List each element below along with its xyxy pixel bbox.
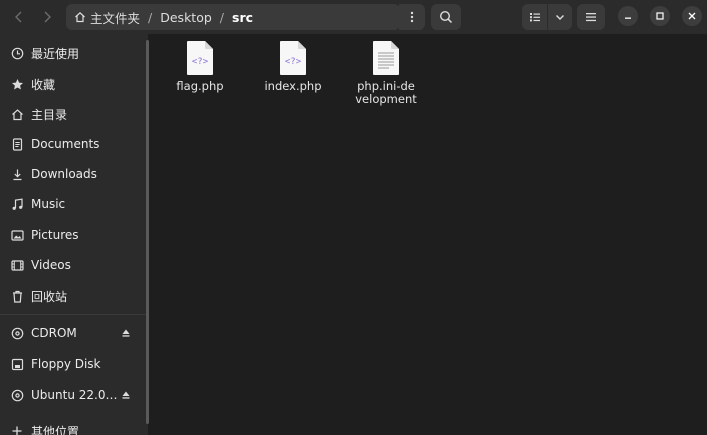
sidebar-item-label: CDROM: [31, 326, 77, 340]
eject-icon[interactable]: [120, 327, 132, 339]
sidebar-item-starred[interactable]: 收藏: [0, 70, 148, 98]
clock-icon: [10, 46, 24, 60]
close-button[interactable]: [682, 6, 702, 26]
breadcrumb-label: src: [232, 9, 254, 25]
sidebar-item-recent[interactable]: 最近使用: [0, 39, 148, 67]
sidebar-item-label: 最近使用: [31, 46, 80, 61]
list-view-button[interactable]: [522, 4, 547, 30]
file-name: flag.php: [176, 79, 224, 93]
sidebar-item-downloads[interactable]: Downloads: [0, 160, 148, 188]
file-item[interactable]: php.ini-development: [341, 40, 431, 106]
plus-icon: [10, 424, 24, 435]
trash-icon: [10, 289, 24, 303]
file-badge: <?>: [285, 57, 302, 67]
home-icon: [10, 107, 24, 121]
search-icon: [439, 10, 453, 24]
path-menu-button[interactable]: [399, 4, 425, 30]
document-icon: [10, 137, 24, 151]
close-icon: [688, 12, 696, 20]
file-grid: <?> flag.php <?> index.php php.ini-devel…: [149, 34, 707, 435]
breadcrumb-label: Desktop: [160, 9, 212, 25]
file-item[interactable]: <?> flag.php: [155, 40, 245, 93]
drive-icon: [10, 357, 24, 371]
php-file-icon: <?>: [280, 41, 306, 75]
breadcrumb-desktop[interactable]: Desktop: [160, 10, 212, 25]
video-icon: [10, 258, 24, 272]
sidebar-item-home[interactable]: 主目录: [0, 100, 148, 128]
breadcrumb-current[interactable]: src: [232, 10, 253, 25]
back-button[interactable]: [6, 4, 32, 30]
maximize-button[interactable]: [650, 6, 670, 26]
breadcrumb-home[interactable]: 主文件夹: [74, 8, 140, 27]
vertical-ellipsis-icon: [410, 11, 414, 23]
file-badge: <?>: [192, 57, 209, 67]
disc-icon: [10, 388, 24, 402]
home-icon: [74, 11, 86, 23]
sidebar-item-videos[interactable]: Videos: [0, 251, 148, 279]
music-icon: [10, 197, 24, 211]
sidebar-item-music[interactable]: Music: [0, 190, 148, 218]
sidebar-item-pictures[interactable]: Pictures: [0, 221, 148, 249]
sidebar-item-label: 回收站: [31, 289, 68, 304]
sidebar-item-cdrom[interactable]: CDROM: [0, 319, 148, 347]
chevron-right-icon: [44, 11, 51, 23]
star-icon: [10, 77, 24, 91]
sidebar-divider: [0, 314, 148, 315]
breadcrumb-label: 主文件夹: [90, 10, 141, 26]
text-file-icon: [373, 41, 399, 75]
minimize-icon: [625, 17, 631, 19]
main-menu-button[interactable]: [577, 4, 605, 30]
file-name: php.ini-development: [355, 79, 417, 106]
hamburger-icon: [586, 13, 596, 22]
sidebar-item-trash[interactable]: 回收站: [0, 282, 148, 310]
sidebar-item-other-locations[interactable]: 其他位置: [0, 417, 148, 435]
search-button[interactable]: [431, 4, 461, 30]
sidebar-item-label: 收藏: [31, 77, 56, 92]
sidebar-item-ubuntu[interactable]: Ubuntu 22.0…: [0, 381, 148, 409]
sidebar-item-label: 主目录: [31, 107, 68, 122]
forward-button[interactable]: [34, 4, 60, 30]
sidebar-item-label: Videos: [31, 258, 71, 272]
path-bar: 主文件夹 / Desktop / src: [66, 4, 400, 30]
sidebar-item-label: 其他位置: [31, 424, 80, 435]
sidebar-item-label: Pictures: [31, 228, 79, 242]
sidebar-item-documents[interactable]: Documents: [0, 130, 148, 158]
download-icon: [10, 167, 24, 181]
picture-icon: [10, 228, 24, 242]
sidebar-item-label: Music: [31, 197, 66, 211]
chevron-left-icon: [15, 11, 22, 23]
breadcrumb-separator: /: [148, 9, 153, 25]
view-options-button[interactable]: [547, 4, 572, 30]
view-toggle-group: [522, 4, 572, 30]
disc-icon: [10, 326, 24, 340]
chevron-down-icon: [556, 15, 564, 20]
eject-icon[interactable]: [120, 389, 132, 401]
sidebar-item-label: Downloads: [31, 167, 97, 181]
php-file-icon: <?>: [187, 41, 213, 75]
file-name: index.php: [264, 79, 322, 93]
list-view-icon: [529, 13, 540, 22]
breadcrumb-separator: /: [219, 9, 225, 25]
sidebar-item-floppy[interactable]: Floppy Disk: [0, 350, 148, 378]
file-item[interactable]: <?> index.php: [248, 40, 338, 93]
sidebar: 最近使用 收藏 主目录 Documents Downloads Music Pi…: [0, 34, 149, 435]
sidebar-item-label: Floppy Disk: [31, 357, 101, 371]
minimize-button[interactable]: [618, 6, 638, 26]
header-bar: 主文件夹 / Desktop / src: [0, 0, 707, 34]
sidebar-item-label: Ubuntu 22.0…: [31, 388, 118, 402]
sidebar-item-label: Documents: [31, 137, 100, 151]
maximize-icon: [656, 12, 664, 20]
